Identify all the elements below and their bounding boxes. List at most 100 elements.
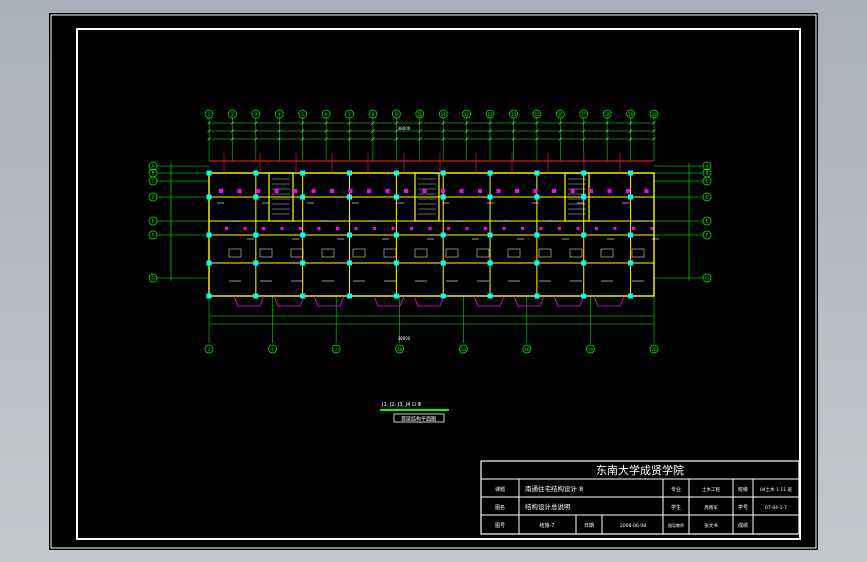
marker xyxy=(558,227,561,230)
marker xyxy=(521,227,524,230)
axis-label: 10 xyxy=(417,112,423,117)
marker xyxy=(515,189,519,193)
axis-label: 6 xyxy=(325,112,328,117)
axis-label: 3 xyxy=(255,112,258,117)
date-label: 日期 xyxy=(584,523,594,529)
drawing-number: 结施-7 xyxy=(540,522,555,529)
marker xyxy=(626,189,630,193)
axis-label: 15 xyxy=(534,112,540,117)
student-name: 周晓军 xyxy=(704,504,718,511)
marker xyxy=(570,189,575,193)
axis-label: D xyxy=(151,195,154,200)
axis-label: 4 xyxy=(278,112,281,117)
bay-window xyxy=(313,295,345,307)
date-value: 2008-06-08 xyxy=(620,523,646,529)
column xyxy=(581,232,587,238)
column xyxy=(393,194,399,200)
drawing-no-label: 图号 xyxy=(495,523,505,529)
drawing-title: 结构设计总说明 xyxy=(525,502,571,511)
marker xyxy=(274,189,279,193)
column xyxy=(440,170,446,176)
axis-label: G xyxy=(151,276,154,281)
marker xyxy=(317,227,321,230)
column xyxy=(206,232,212,238)
marker xyxy=(576,227,580,230)
axis-label: 8 xyxy=(372,112,375,117)
column xyxy=(253,170,259,176)
marker xyxy=(607,189,612,193)
slab-box xyxy=(352,248,366,258)
axis-label: B xyxy=(152,171,155,176)
axis-label: 5 xyxy=(301,112,304,117)
axis-label: B xyxy=(706,171,709,176)
axis-label: E xyxy=(152,219,155,224)
column xyxy=(440,293,446,299)
column xyxy=(487,232,493,238)
column xyxy=(253,232,259,238)
slab-box xyxy=(228,248,242,258)
slab-box xyxy=(538,248,552,258)
slab-box xyxy=(445,248,459,258)
column xyxy=(300,232,306,238)
marker xyxy=(422,189,427,193)
axis-label: 9 xyxy=(395,112,398,117)
axis-label: 4 xyxy=(271,347,274,352)
slab-box xyxy=(259,248,273,258)
marker xyxy=(428,227,432,230)
axis-label: 16 xyxy=(524,347,530,352)
column xyxy=(628,170,634,176)
student-label: 学生 xyxy=(671,504,681,511)
axis-label: C xyxy=(706,179,709,184)
column xyxy=(300,293,306,299)
column xyxy=(300,260,306,266)
column xyxy=(347,293,353,299)
tutor-label: 指导教师 xyxy=(668,522,684,528)
marker xyxy=(502,227,506,230)
marker xyxy=(354,227,358,230)
column xyxy=(253,293,259,299)
column xyxy=(393,260,399,266)
column xyxy=(534,170,540,176)
column xyxy=(347,170,353,176)
bay-window xyxy=(553,295,585,307)
top-axis-bubbles: 1 2 3 4 5 6 7 8 9 10 11 12 13 14 15 16 17 18 19 20 xyxy=(204,109,659,119)
class-label: 班级 xyxy=(738,486,748,493)
bay-window xyxy=(233,295,265,307)
marker xyxy=(441,189,445,193)
bay-window xyxy=(413,295,445,307)
column xyxy=(534,232,540,238)
floor-plan: 1 2 3 4 5 6 7 8 9 10 11 12 13 14 15 16 17 18 19 20 1 4 7 10 13 1… xyxy=(148,109,712,354)
axis-label: 13 xyxy=(488,112,494,117)
title-block: 东南大学成贤学院 课题 南通住宅结构设计 8 专业 土木工程 班级 04土木 1… xyxy=(480,460,800,535)
total-dimension-bottom: 38000 xyxy=(398,336,411,341)
cad-viewport: 1 2 3 4 5 6 7 8 9 10 11 12 13 14 15 16 17 18 19 20 1 4 7 10 13 1… xyxy=(0,0,867,562)
project-name: 南通住宅结构设计 8 xyxy=(525,484,583,493)
axis-label: 17 xyxy=(581,112,587,117)
column xyxy=(347,194,353,200)
student-no-label: 学号 xyxy=(738,504,748,511)
axis-label: 14 xyxy=(511,112,517,117)
column xyxy=(206,260,212,266)
marker xyxy=(391,227,395,230)
marker xyxy=(280,227,284,230)
column xyxy=(347,260,353,266)
marker xyxy=(367,189,371,193)
marker xyxy=(336,227,339,230)
marker xyxy=(410,227,413,230)
column xyxy=(581,293,587,299)
slab-box xyxy=(321,248,335,258)
column xyxy=(581,170,587,176)
column xyxy=(487,194,493,200)
marker xyxy=(539,227,543,230)
slab-box xyxy=(290,248,304,258)
column xyxy=(206,170,212,176)
marker xyxy=(632,227,635,230)
drawing-sheet: 1 2 3 4 5 6 7 8 9 10 11 12 13 14 15 16 17 18 19 20 1 4 7 10 13 1… xyxy=(49,13,818,550)
axis-label: 18 xyxy=(605,112,611,117)
axis-label: F xyxy=(706,233,709,238)
bay-window xyxy=(273,295,305,307)
column xyxy=(581,260,587,266)
axis-label: E xyxy=(706,219,709,224)
axis-label: D xyxy=(705,195,708,200)
marker xyxy=(478,189,482,193)
